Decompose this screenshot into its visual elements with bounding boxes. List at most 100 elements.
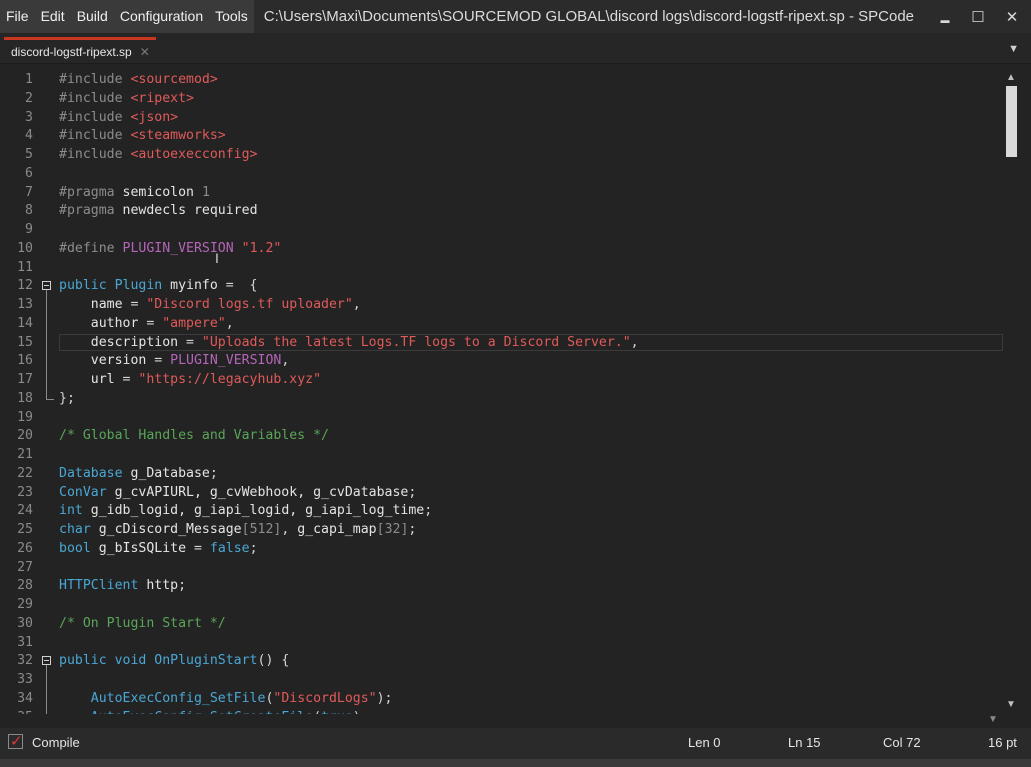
code-line[interactable]: 32 public void OnPluginStart() { [0, 652, 1003, 670]
code-token: ; [178, 578, 187, 594]
code-line[interactable]: 34 AutoExecConfig_SetFile("DiscordLogs")… [0, 690, 1003, 708]
compile-checkbox[interactable]: ✓ [8, 733, 23, 750]
menu-tools[interactable]: Tools [209, 0, 254, 33]
code-token: myinfo [170, 278, 218, 294]
code-line[interactable]: 4 #include <steamworks> [0, 127, 1003, 145]
code-token: , [225, 315, 234, 331]
line-number: 17 [17, 372, 33, 387]
code-token: #include [59, 90, 131, 106]
code-token: ; [249, 540, 258, 556]
code-token: <steamworks> [130, 128, 226, 144]
code-token: "Discord logs.tf uploader" [146, 297, 353, 312]
code-line[interactable]: 12 public Plugin myinfo = { [0, 277, 1003, 295]
code-text: #include <autoexecconfig> [59, 146, 258, 164]
fold-collapse-icon[interactable] [42, 281, 51, 291]
code-token: g_idb_logid, g_iapi_logid, g_iapi_log_ti… [90, 503, 425, 519]
code-token: #define [59, 240, 123, 256]
scroll-down-small-icon[interactable]: ▼ [988, 714, 998, 725]
code-token: #include [59, 109, 131, 125]
line-number: 8 [25, 203, 33, 219]
scroll-down-icon[interactable]: ▼ [1004, 699, 1018, 711]
line-number: 7 [25, 184, 33, 200]
code-line[interactable]: 11 [0, 259, 1003, 277]
code-line[interactable]: 10 #define PLUGIN_VERSION "1.2" [0, 240, 1003, 258]
code-line[interactable]: 9 [0, 221, 1003, 239]
scroll-up-icon[interactable]: ▲ [1004, 72, 1018, 84]
fold-end-tick [46, 398, 54, 400]
code-text: #include <steamworks> [59, 127, 226, 145]
code-text: url = "https://legacyhub.xyz" [59, 371, 321, 389]
tab-close-icon[interactable]: ✕ [140, 45, 150, 59]
code-token: name [59, 297, 123, 312]
code-text: /* Global Handles and Variables */ [59, 427, 329, 445]
status-bar: ✓ Compile Len 0 Ln 15 Col 72 16 pt [0, 728, 1031, 759]
status-len: Len 0 [688, 735, 721, 750]
fold-collapse-icon[interactable] [42, 656, 51, 666]
code-line[interactable]: 23 ConVar g_cvAPIURL, g_cvWebhook, g_cvDa… [0, 484, 1003, 502]
code-line[interactable]: 22 Database g_Database; [0, 465, 1003, 483]
code-token: public [59, 653, 115, 669]
code-line[interactable]: 3 #include <json> [0, 109, 1003, 127]
code-text: #define PLUGIN_VERSION "1.2" [59, 240, 281, 258]
code-line[interactable]: 5 #include <autoexecconfig> [0, 146, 1003, 164]
code-text: }; [59, 390, 75, 408]
tab-dropdown-icon[interactable]: ▼ [1008, 43, 1019, 55]
close-icon[interactable]: ✕ [995, 0, 1029, 33]
code-editor[interactable]: 1 #include <sourcemod> 2 #include <ripext> 3… [0, 64, 1003, 714]
code-line[interactable]: 15 description = "Uploads the latest Log… [0, 333, 1003, 352]
code-line[interactable]: 30 /* On Plugin Start */ [0, 615, 1003, 633]
code-token: ; [408, 484, 417, 500]
code-line[interactable]: 8 #pragma newdecls required [0, 202, 1003, 220]
code-text: #pragma newdecls required [59, 202, 258, 220]
code-token: #include [59, 128, 131, 144]
line-number: 6 [25, 165, 33, 181]
vertical-scrollbar[interactable]: ▲ ▼ [1003, 64, 1031, 714]
code-line[interactable]: 6 [0, 165, 1003, 183]
code-token: AutoExecConfig_SetFile [59, 690, 266, 706]
menu-file[interactable]: File [0, 0, 35, 33]
maximize-icon[interactable]: ☐ [961, 0, 995, 33]
code-line[interactable]: 28 HTTPClient http; [0, 577, 1003, 595]
code-line[interactable]: 29 [0, 596, 1003, 614]
code-token: "Uploads the latest Logs.TF logs to a Di… [201, 334, 631, 350]
code-line[interactable]: 33 [0, 671, 1003, 689]
horizontal-scrollbar[interactable]: ▼ [0, 714, 1031, 728]
code-text: char g_cDiscord_Message[512], g_capi_map… [59, 521, 416, 539]
code-token: 1 [201, 184, 210, 200]
line-number: 32 [17, 653, 33, 669]
line-number: 21 [17, 447, 33, 462]
code-line[interactable]: 21 [0, 446, 1003, 464]
code-line[interactable]: 7 #pragma semicolon 1 [0, 184, 1003, 202]
code-line[interactable]: 13 name = "Discord logs.tf uploader", [0, 296, 1003, 314]
code-token: author [59, 315, 139, 331]
line-number: 29 [17, 597, 33, 612]
menu-edit[interactable]: Edit [35, 0, 71, 33]
code-line[interactable]: 14 author = "ampere", [0, 315, 1003, 333]
code-text: description = "Uploads the latest Logs.T… [59, 334, 639, 352]
code-line[interactable]: 25 char g_cDiscord_Message[512], g_capi_m… [0, 521, 1003, 539]
code-line[interactable]: 26 bool g_bIsSQLite = false; [0, 540, 1003, 558]
menu-configuration[interactable]: Configuration [114, 0, 209, 33]
code-line[interactable]: 27 [0, 559, 1003, 577]
code-line[interactable]: 1 #include <sourcemod> [0, 71, 1003, 89]
line-number: 9 [25, 222, 33, 237]
menu-build[interactable]: Build [71, 0, 114, 33]
code-text: bool g_bIsSQLite = false; [59, 540, 258, 558]
code-line[interactable]: 24 int g_idb_logid, g_iapi_logid, g_iapi_… [0, 502, 1003, 520]
scroll-thumb[interactable] [1006, 86, 1017, 157]
tab-discord-logstf-ripext[interactable]: discord-logstf-ripext.sp ✕ [4, 37, 156, 63]
code-line[interactable]: 19 [0, 409, 1003, 427]
code-text: name = "Discord logs.tf uploader", [59, 296, 361, 314]
code-text: int g_idb_logid, g_iapi_logid, g_iapi_lo… [59, 502, 432, 520]
minimize-icon[interactable]: ▬ [928, 0, 962, 33]
code-line[interactable]: 17 url = "https://legacyhub.xyz" [0, 371, 1003, 389]
code-line[interactable]: 18}; [0, 390, 1003, 408]
line-number: 22 [17, 465, 33, 481]
code-line[interactable]: 2 #include <ripext> [0, 90, 1003, 108]
code-line[interactable]: 16 version = PLUGIN_VERSION, [0, 352, 1003, 370]
line-number: 19 [17, 409, 33, 425]
code-line[interactable]: 20 /* Global Handles and Variables */ [0, 427, 1003, 445]
code-token: PLUGIN_VERSION [122, 240, 242, 256]
code-line[interactable]: 31 [0, 634, 1003, 652]
code-token: , [630, 334, 639, 350]
